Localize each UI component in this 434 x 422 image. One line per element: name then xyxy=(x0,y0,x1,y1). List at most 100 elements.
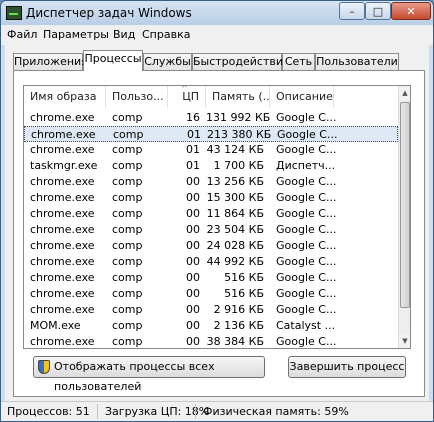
cell-image-name: chrome.exe xyxy=(30,287,95,300)
process-row[interactable]: chrome.exe comp 16 131 992 КБ Google C... xyxy=(24,110,398,126)
tab-services[interactable]: Службы xyxy=(143,53,192,70)
column-user[interactable]: Пользо... xyxy=(106,86,168,108)
cell-description: Google C... xyxy=(276,175,337,188)
cell-image-name: chrome.exe xyxy=(30,111,95,124)
process-row[interactable]: chrome.exe comp 00 516 КБ Google C... xyxy=(24,286,398,302)
status-separator xyxy=(195,404,196,419)
process-row[interactable]: chrome.exe comp 00 44 992 КБ Google C... xyxy=(24,254,398,270)
process-row[interactable]: chrome.exe comp 00 38 384 КБ Google C... xyxy=(24,334,398,348)
menu-bar: Файл Параметры Вид Справка xyxy=(1,25,433,45)
menu-help[interactable]: Справка xyxy=(142,28,190,41)
cell-cpu: 00 xyxy=(186,255,200,268)
cell-image-name: chrome.exe xyxy=(30,303,95,316)
cell-user: comp xyxy=(112,319,143,332)
process-row[interactable]: chrome.exe comp 01 43 124 КБ Google C... xyxy=(24,142,398,158)
column-description[interactable]: Описание xyxy=(270,86,334,108)
status-bar: Процессов: 51 Загрузка ЦП: 18% Физическа… xyxy=(1,401,433,421)
process-row[interactable]: chrome.exe comp 00 516 КБ Google C... xyxy=(24,270,398,286)
process-list[interactable]: Имя образа Пользо... ЦП Память (... Опис… xyxy=(23,85,411,349)
cell-cpu: 01 xyxy=(186,143,200,156)
minimize-button[interactable]: – xyxy=(339,2,365,20)
cell-user: comp xyxy=(112,143,143,156)
process-row[interactable]: chrome.exe comp 00 23 504 КБ Google C... xyxy=(24,222,398,238)
cell-description: Google C... xyxy=(276,223,337,236)
maximize-button[interactable]: □ xyxy=(365,2,391,20)
process-row[interactable]: chrome.exe comp 00 11 864 КБ Google C... xyxy=(24,206,398,222)
scroll-up-icon[interactable]: ▲ xyxy=(399,86,410,100)
cell-user: comp xyxy=(112,303,143,316)
cell-cpu: 00 xyxy=(186,207,200,220)
cell-memory: 516 КБ xyxy=(224,287,264,300)
cell-image-name: MOM.exe xyxy=(30,319,81,332)
tab-network[interactable]: Сеть xyxy=(282,53,315,70)
cell-memory: 44 992 КБ xyxy=(206,255,264,268)
cell-memory: 43 124 КБ xyxy=(206,143,264,156)
column-memory[interactable]: Память (... xyxy=(206,86,270,108)
cell-description: Google C... xyxy=(276,335,337,348)
process-row[interactable]: chrome.exe comp 01 213 380 КБ Google C... xyxy=(24,126,398,142)
cell-image-name: chrome.exe xyxy=(30,223,95,236)
cell-memory: 1 700 КБ xyxy=(213,159,264,172)
cell-user: comp xyxy=(112,287,143,300)
cell-description: Google C... xyxy=(276,303,337,316)
uac-shield-icon xyxy=(38,360,50,374)
cell-image-name: chrome.exe xyxy=(30,143,95,156)
close-button[interactable]: ✕ xyxy=(391,2,431,20)
cell-cpu: 00 xyxy=(186,239,200,252)
cell-memory: 23 504 КБ xyxy=(206,223,264,236)
cell-memory: 13 256 КБ xyxy=(206,175,264,188)
status-physical-memory: Физическая память: 59% xyxy=(203,405,349,418)
column-image-name[interactable]: Имя образа xyxy=(24,86,106,108)
cell-description: Google C... xyxy=(276,255,337,268)
task-manager-window: Диспетчер задач Windows – □ ✕ Файл Парам… xyxy=(0,0,434,422)
cell-image-name: chrome.exe xyxy=(30,175,95,188)
cell-description: Google C... xyxy=(276,287,337,300)
vertical-scrollbar[interactable]: ▲ ▼ xyxy=(398,86,410,348)
tab-processes[interactable]: Процессы xyxy=(83,50,143,71)
title-bar[interactable]: Диспетчер задач Windows – □ ✕ xyxy=(1,1,433,25)
cell-user: comp xyxy=(112,159,143,172)
cell-memory: 15 300 КБ xyxy=(206,191,264,204)
tab-users[interactable]: Пользователи xyxy=(315,53,399,70)
cell-memory: 2 136 КБ xyxy=(213,319,264,332)
cell-cpu: 00 xyxy=(186,319,200,332)
menu-view[interactable]: Вид xyxy=(113,28,135,41)
process-row[interactable]: chrome.exe comp 00 2 916 КБ Google C... xyxy=(24,302,398,318)
cell-user: comp xyxy=(112,111,143,124)
list-header: Имя образа Пользо... ЦП Память (... Опис… xyxy=(24,86,398,108)
end-process-button[interactable]: Завершить процесс xyxy=(288,356,406,378)
cell-cpu: 00 xyxy=(186,175,200,188)
tab-applications[interactable]: Приложения xyxy=(13,53,88,70)
cell-cpu: 00 xyxy=(186,191,200,204)
process-row[interactable]: chrome.exe comp 00 15 300 КБ Google C... xyxy=(24,190,398,206)
cell-memory: 11 864 КБ xyxy=(206,207,264,220)
show-all-users-button[interactable]: Отображать процессы всех пользователей xyxy=(33,356,265,393)
cell-memory: 516 КБ xyxy=(224,271,264,284)
status-process-count: Процессов: 51 xyxy=(7,405,90,418)
cell-user: comp xyxy=(112,255,143,268)
scroll-down-icon[interactable]: ▼ xyxy=(399,334,410,348)
cell-user: comp xyxy=(113,128,144,141)
sort-indicator-icon: ^ xyxy=(181,85,188,93)
cell-image-name: chrome.exe xyxy=(30,255,95,268)
menu-options[interactable]: Параметры xyxy=(43,28,109,41)
process-row[interactable]: chrome.exe comp 00 24 028 КБ Google C... xyxy=(24,238,398,254)
cell-image-name: chrome.exe xyxy=(30,207,95,220)
cell-user: comp xyxy=(112,271,143,284)
cell-cpu: 16 xyxy=(186,111,200,124)
cell-user: comp xyxy=(112,335,143,348)
scroll-thumb[interactable] xyxy=(400,102,410,308)
window-title: Диспетчер задач Windows xyxy=(26,6,192,20)
cell-user: comp xyxy=(112,239,143,252)
cell-description: Диспетч... xyxy=(276,159,336,172)
tab-performance[interactable]: Быстродействие xyxy=(192,53,290,70)
menu-file[interactable]: Файл xyxy=(7,28,37,41)
cell-image-name: chrome.exe xyxy=(30,271,95,284)
cell-description: Catalyst ... xyxy=(276,319,336,332)
cell-user: comp xyxy=(112,175,143,188)
process-row[interactable]: MOM.exe comp 00 2 136 КБ Catalyst ... xyxy=(24,318,398,334)
process-row[interactable]: taskmgr.exe comp 01 1 700 КБ Диспетч... xyxy=(24,158,398,174)
cell-cpu: 00 xyxy=(186,223,200,236)
process-row[interactable]: chrome.exe comp 00 13 256 КБ Google C... xyxy=(24,174,398,190)
cell-description: Google C... xyxy=(276,191,337,204)
